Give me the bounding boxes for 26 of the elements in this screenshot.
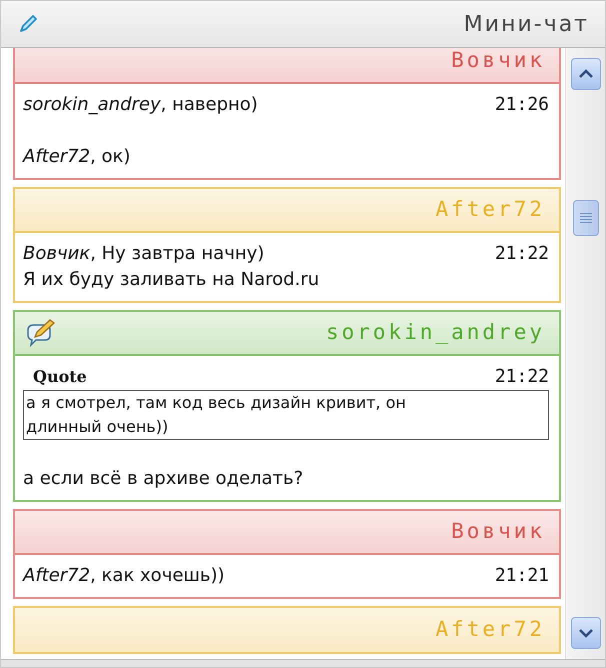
message-text: Я их буду заливать на Narod.ru — [23, 268, 320, 292]
message-text: а если всё в архиве оделать? — [23, 467, 304, 491]
quote-text: а я смотрел, там код весь дизайн кривит, он длинный очень)) — [26, 392, 407, 438]
scroll-up-button[interactable] — [570, 58, 600, 90]
author-name[interactable]: After72 — [435, 614, 545, 646]
quote-label: Quote — [33, 366, 87, 388]
chevron-down-icon — [578, 628, 592, 638]
message-time: 21:22 — [494, 242, 550, 266]
chevron-up-icon — [578, 69, 592, 79]
message-text: After72, ок) — [23, 145, 132, 169]
speech-bubble-pencil-icon — [25, 318, 57, 348]
scroll-down-button[interactable] — [570, 617, 600, 649]
scrollbar[interactable] — [565, 48, 605, 659]
message-text: Вовчик, Ну завтра начну) — [23, 242, 266, 266]
message-text: sorokin_andrey, наверно) — [23, 93, 258, 117]
author-name[interactable]: sorokin_andrey — [326, 317, 545, 349]
pencil-icon[interactable] — [17, 13, 39, 35]
author-name[interactable]: Вовчик — [451, 516, 545, 548]
scroll-thumb[interactable] — [572, 200, 598, 236]
message-text: After72, как хочешь)) — [23, 564, 225, 588]
message-time: 21:26 — [494, 93, 550, 117]
author-name[interactable]: After72 — [435, 194, 545, 226]
message-time: 21:21 — [494, 564, 550, 588]
message-time: 21:22 — [494, 365, 549, 389]
author-name[interactable]: Вовчик — [451, 48, 545, 77]
window-title: Мини-чат — [464, 10, 589, 38]
